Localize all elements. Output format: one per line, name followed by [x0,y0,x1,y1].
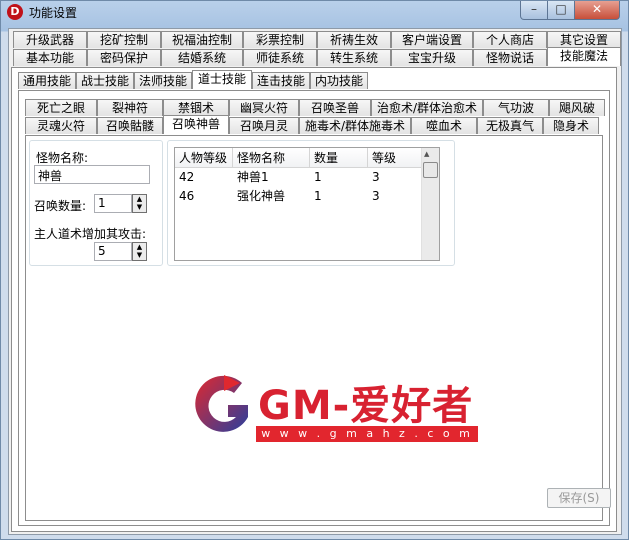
table-cell[interactable]: 神兽1 [233,168,310,186]
tab-tabs_row2-3[interactable]: 师徒系统 [243,49,317,66]
tab-spell_row2-1[interactable]: 召唤骷髅 [97,117,163,134]
tab-tabs_row1-4[interactable]: 祈祷生效 [317,31,391,48]
table-cell[interactable]: 1 [310,187,368,205]
tab-spell_row1-5[interactable]: 治愈术/群体治愈术 [371,99,483,116]
tab-spell_row1-3[interactable]: 幽冥火符 [229,99,299,116]
tab-spell_row2-6[interactable]: 无极真气 [477,117,543,134]
tab-spell_row2-7[interactable]: 隐身术 [543,117,599,134]
watermark-url: w w w . g m a h z . c o m [256,426,478,442]
column-header-count[interactable]: 数量 [310,148,368,168]
skill-magic-panel: 通用技能 战士技能 法师技能 道士技能 连击技能 内功技能 死亡之眼 裂神符 禁锢术 幽冥火符召… [11,67,617,532]
app-icon: D [7,4,23,20]
tab-spell_row1-2[interactable]: 禁锢术 [163,99,229,116]
window-title: 功能设置 [29,6,78,20]
tab-skill_tabs-4[interactable]: 连击技能 [252,72,310,89]
tab-tabs_row1-7[interactable]: 其它设置 [547,31,621,48]
summon-table[interactable]: 人物等级 怪物名称 数量 等级 42 神兽1 1 3 46 强化神兽 1 3 ▲ [174,147,440,261]
spin-down-icon[interactable]: ▼ [133,203,146,211]
attack-bonus-input[interactable]: 5 [94,242,132,261]
tab-tabs_row1-0[interactable]: 升级武器 [13,31,87,48]
scroll-thumb[interactable] [423,162,438,178]
spin-up-icon[interactable]: ▲ [133,195,146,203]
tab-spell_row2-5[interactable]: 噬血术 [411,117,477,134]
spell-tab-row-1: 死亡之眼 裂神符 禁锢术 幽冥火符 召唤圣兽 治愈术/群体治愈术 气功波 飓风破 [25,99,605,116]
tab-tabs_row1-1[interactable]: 挖矿控制 [87,31,161,48]
tab-spell_row1-4[interactable]: 召唤圣兽 [299,99,371,116]
spell-tab-row-2: 灵魂火符 召唤骷髅 召唤神兽 召唤月灵 施毒术/群体施毒术 噬血术 无极真气 隐身术 [25,115,599,134]
attack-bonus-stepper[interactable]: ▲ ▼ [132,242,147,261]
maximize-button[interactable]: □ [547,1,575,20]
table-cell[interactable]: 46 [175,187,233,205]
top-tab-row-2: 基本功能 密码保护 结婚系统 师徒系统 转生系统 宝宝升级 怪物说话 技能魔法 [13,47,621,66]
save-button[interactable]: 保存(S) [547,488,611,508]
tab-tabs_row1-2[interactable]: 祝福油控制 [161,31,243,48]
taoist-skill-panel: 死亡之眼 裂神符 禁锢术 幽冥火符 召唤圣兽 治愈术/群体治愈术 气功波 飓风破 灵魂火符 召唤… [18,90,610,526]
close-button[interactable]: ✕ [574,1,620,20]
tab-tabs_row1-3[interactable]: 彩票控制 [243,31,317,48]
tab-spell_row1-6[interactable]: 气功波 [483,99,549,116]
tab-tabs_row2-5[interactable]: 宝宝升级 [391,49,473,66]
tab-spell_row2-2[interactable]: 召唤神兽 [163,115,229,134]
tab-skill_tabs-5[interactable]: 内功技能 [310,72,368,89]
table-cell[interactable]: 3 [368,168,422,186]
column-header-monster-name[interactable]: 怪物名称 [233,148,310,168]
column-header-level[interactable]: 等级 [368,148,422,168]
tab-tabs_row2-2[interactable]: 结婚系统 [161,49,243,66]
client-area: 升级武器 挖矿控制 祝福油控制 彩票控制 祈祷生效 客户端设置 个人商店 其它设置 基本功能密… [8,28,622,535]
settings-window: D 功能设置 – □ ✕ 升级武器 挖矿控制 祝福油控制 彩票控制 祈祷生效 客户端设置个… [0,0,629,540]
summon-beast-panel: 怪物名称: 神兽 召唤数量: 1 ▲ ▼ 主人道术增加其攻击: 5 ▲ ▼ 人物… [25,135,603,521]
attack-bonus-label: 主人道术增加其攻击: [34,227,147,241]
spin-up-icon[interactable]: ▲ [133,243,146,251]
tab-spell_row1-7[interactable]: 飓风破 [549,99,605,116]
tab-tabs_row1-6[interactable]: 个人商店 [473,31,547,48]
gmahz-watermark: GM-爱好者 w w w . g m a h z . c o m [194,369,484,447]
column-header-player-level[interactable]: 人物等级 [175,148,233,168]
scroll-up-icon[interactable]: ▲ [424,150,429,158]
monster-name-label: 怪物名称: [36,151,89,165]
table-cell[interactable]: 强化神兽 [233,187,310,205]
tab-tabs_row2-0[interactable]: 基本功能 [13,49,87,66]
tab-skill_tabs-1[interactable]: 战士技能 [76,72,134,89]
tab-tabs_row1-5[interactable]: 客户端设置 [391,31,473,48]
tab-skill_tabs-2[interactable]: 法师技能 [134,72,192,89]
table-scrollbar[interactable]: ▲ [421,148,439,260]
top-tab-row-1: 升级武器 挖矿控制 祝福油控制 彩票控制 祈祷生效 客户端设置 个人商店 其它设置 [13,31,621,48]
g-logo-icon [195,375,248,432]
summon-count-label: 召唤数量: [34,199,87,213]
tab-spell_row1-0[interactable]: 死亡之眼 [25,99,97,116]
tab-tabs_row2-7[interactable]: 技能魔法 [547,47,621,66]
tab-skill_tabs-3[interactable]: 道士技能 [192,70,252,89]
table-cell[interactable]: 42 [175,168,233,186]
tab-spell_row2-3[interactable]: 召唤月灵 [229,117,299,134]
summon-count-stepper[interactable]: ▲ ▼ [132,194,147,213]
table-cell[interactable]: 1 [310,168,368,186]
tab-tabs_row2-4[interactable]: 转生系统 [317,49,391,66]
title-bar: D 功能设置 – □ ✕ [1,1,628,23]
skill-tab-row: 通用技能 战士技能 法师技能 道士技能 连击技能 内功技能 [18,70,368,89]
tab-tabs_row2-6[interactable]: 怪物说话 [473,49,547,66]
summon-list-group: 人物等级 怪物名称 数量 等级 42 神兽1 1 3 46 强化神兽 1 3 ▲ [167,140,455,266]
spin-down-icon[interactable]: ▼ [133,251,146,259]
tab-spell_row1-1[interactable]: 裂神符 [97,99,163,116]
tab-spell_row2-4[interactable]: 施毒术/群体施毒术 [299,117,411,134]
summon-count-input[interactable]: 1 [94,194,132,213]
summon-settings-group: 怪物名称: 神兽 召唤数量: 1 ▲ ▼ 主人道术增加其攻击: 5 ▲ ▼ [29,140,163,266]
table-cell[interactable]: 3 [368,187,422,205]
monster-name-input[interactable]: 神兽 [34,165,150,184]
minimize-button[interactable]: – [520,1,548,20]
tab-spell_row2-0[interactable]: 灵魂火符 [25,117,97,134]
tab-tabs_row2-1[interactable]: 密码保护 [87,49,161,66]
watermark-title: GM-爱好者 [258,383,474,429]
tab-skill_tabs-0[interactable]: 通用技能 [18,72,76,89]
